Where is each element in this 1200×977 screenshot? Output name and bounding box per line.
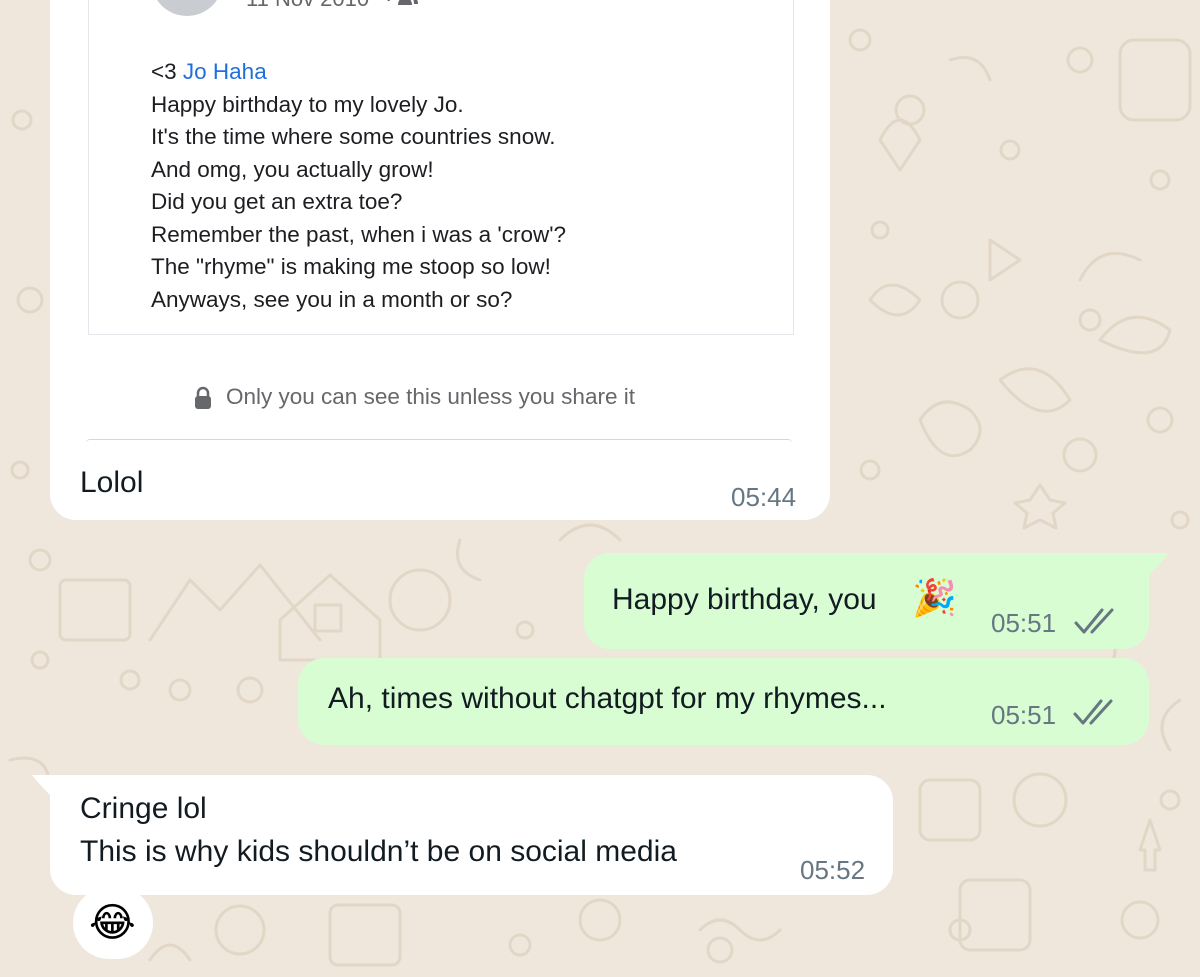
post-date-separator: ·: [385, 0, 392, 12]
friends-icon: [398, 0, 418, 5]
shared-post-card[interactable]: 11 Nov 2010 · <3 Jo Haha Happy birthday …: [88, 0, 794, 335]
post-line: It's the time where some countries snow.: [151, 124, 556, 149]
tears-of-joy-icon: 😂: [89, 901, 136, 945]
message-text: Lolol: [80, 466, 144, 499]
post-line: Happy birthday to my lovely Jo.: [151, 91, 464, 117]
bubble-tail: [1149, 553, 1169, 575]
message-text: Ah, times without chatgpt for my rhymes.…: [328, 682, 887, 715]
double-check-icon: [1074, 608, 1114, 634]
message-time: 05:52: [800, 855, 866, 885]
post-line: And omg, you actually grow!: [151, 156, 434, 182]
post-date: 11 Nov 2010: [246, 0, 369, 12]
message-time: 05:51: [991, 700, 1057, 730]
message-line: This is why kids shouldn’t be on social …: [80, 835, 677, 868]
post-line: Remember the past, when i was a 'crow'?: [151, 221, 567, 247]
incoming-message[interactable]: Cringe lol This is why kids shouldn’t be…: [50, 775, 893, 895]
message-time: 05:51: [991, 608, 1057, 638]
shared-post-message[interactable]: 11 Nov 2010 · <3 Jo Haha Happy birthday …: [50, 0, 830, 520]
message-time: 05:44: [731, 482, 797, 512]
post-author-avatar: [151, 0, 223, 16]
lock-icon: [195, 386, 211, 409]
outgoing-message[interactable]: Ah, times without chatgpt for my rhymes.…: [298, 658, 1149, 745]
post-line-prefix: <3: [151, 59, 183, 84]
party-popper-icon: 🎉: [912, 577, 957, 618]
post-line: Did you get an extra toe?: [151, 189, 403, 214]
post-line: Anyways, see you in a month or so?: [151, 286, 513, 312]
double-check-icon: [1073, 699, 1113, 725]
message-line: Cringe lol: [80, 792, 207, 825]
post-line-mention: <3 Jo Haha: [151, 56, 566, 89]
mention-link[interactable]: Jo Haha: [183, 59, 267, 84]
outgoing-message[interactable]: Happy birthday, you 🎉 05:51: [584, 553, 1149, 649]
privacy-note: Only you can see this unless you share i…: [226, 384, 635, 409]
post-line: The "rhyme" is making me stoop so low!: [151, 254, 551, 279]
bubble-tail: [32, 775, 52, 797]
post-body: <3 Jo Haha Happy birthday to my lovely J…: [151, 56, 566, 316]
message-reaction[interactable]: 😂: [73, 887, 153, 959]
post-divider: [86, 439, 792, 443]
message-text: Happy birthday, you: [612, 583, 877, 616]
